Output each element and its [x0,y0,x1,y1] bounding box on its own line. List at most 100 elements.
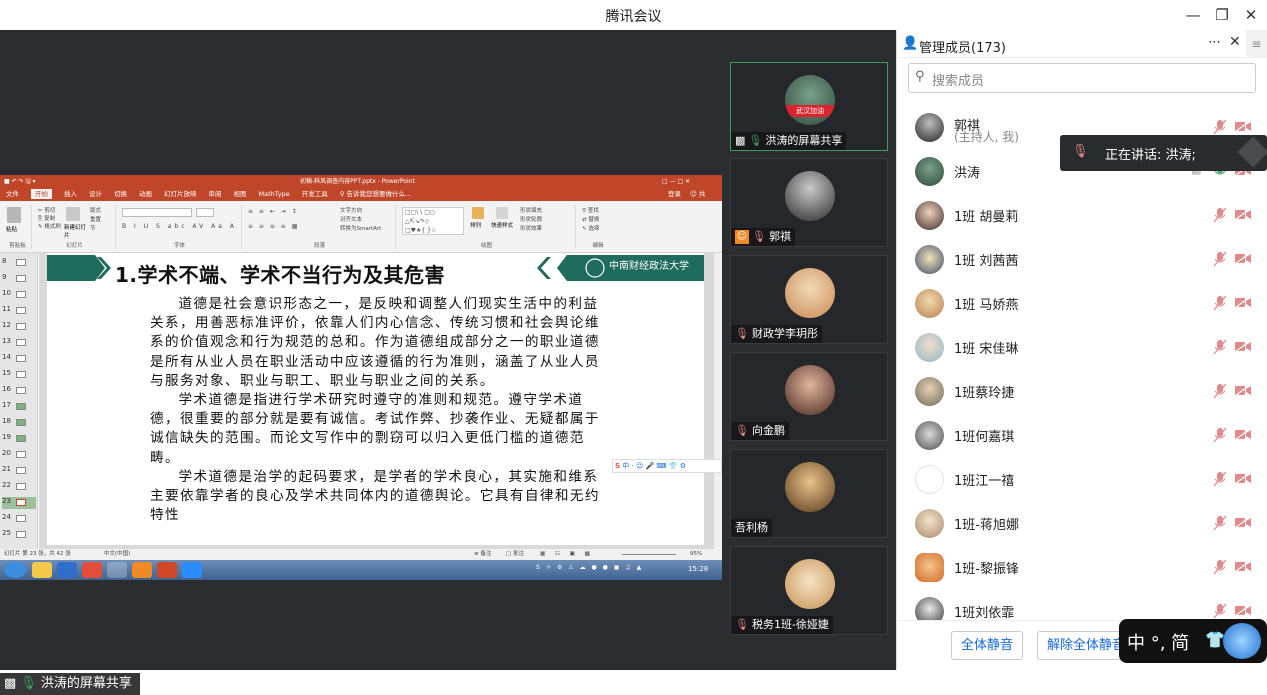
select-option[interactable]: 选择 [588,226,599,232]
sogou-ime-bar[interactable]: S 中 · ☺ 🎤 ⌨ 👕 ⚙ [612,459,722,473]
video-tile[interactable]: 吾利杨 [730,449,888,538]
thumbnail-selected[interactable]: 23 [2,497,36,509]
close-icon[interactable]: ✕ [1240,4,1262,26]
camera-off-icon[interactable] [1235,252,1251,264]
thumbnail[interactable]: 8 [2,257,36,269]
search-input[interactable]: ⚲ 搜索成员 [908,63,1256,93]
ppt-tab[interactable]: 动画 [139,190,152,198]
member-row[interactable]: 1班-黎振锋 [897,545,1267,589]
mic-muted-icon[interactable] [1213,515,1227,531]
ppt-tab[interactable]: 文件 [6,190,19,198]
member-row[interactable]: 1班 刘茜茜 [897,237,1267,281]
replace-option[interactable]: 替换 [588,217,599,223]
align-buttons[interactable]: ≡ ≡ ≡ ≡ ▦ [248,223,299,230]
system-tray[interactable]: S ☼ ⚙ ⚠ ☁ ● ● ▣ ♫ ▲ [536,564,643,571]
shape-effects-option[interactable]: 形状效果 [520,226,542,232]
ime-assistant-icon[interactable] [1223,623,1261,659]
mic-muted-icon[interactable] [1213,603,1227,619]
quick-styles-icon[interactable] [496,207,508,219]
ppt-tab[interactable]: 设计 [89,190,102,198]
member-row[interactable]: 1班刘依霏 [897,589,1267,620]
app-icon[interactable] [132,562,152,578]
align-text-option[interactable]: 对齐文本 [340,217,362,223]
thumbnail[interactable]: 11 [2,305,36,317]
thumbnail[interactable]: 13 [2,337,36,349]
explorer-icon[interactable] [32,562,52,578]
thumbnail[interactable]: 19 [2,433,36,445]
ppt-tab[interactable]: 审阅 [209,190,222,198]
camera-off-icon[interactable] [1235,340,1251,352]
mic-muted-icon[interactable] [1213,339,1227,355]
app-icon[interactable] [107,562,127,578]
ppt-tab-active[interactable]: 开始 [31,189,52,199]
view-buttons[interactable]: ▦ ☷ ▣ ▩ [540,549,594,560]
smartart-option[interactable]: 转换为SmartArt [340,226,381,232]
mic-muted-icon[interactable] [1213,427,1227,443]
thumbnail[interactable]: 15 [2,369,36,381]
video-tile[interactable]: 🎙 向金鹏 [730,352,888,441]
video-tile[interactable]: ☺ 🎙 郭祺 [730,158,888,247]
camera-off-icon[interactable] [1235,296,1251,308]
thumbnail[interactable]: 14 [2,353,36,365]
start-icon[interactable] [4,562,26,578]
camera-off-icon[interactable] [1235,428,1251,440]
arrange-icon[interactable] [472,207,484,219]
font-name-box[interactable] [122,208,192,217]
powerpoint-icon[interactable] [157,562,177,578]
layout-option[interactable]: 版式 [90,208,101,214]
mic-muted-icon[interactable] [1213,251,1227,267]
member-row[interactable]: 1班江一禧 [897,457,1267,501]
ppt-tab[interactable]: 插入 [64,190,77,198]
video-tile[interactable]: 🎙 财政学李玥彤 [730,255,888,344]
mute-all-button[interactable]: 全体静音 [951,631,1023,660]
shape-fill-option[interactable]: 形状填充 [520,208,542,214]
ppt-tab[interactable]: 视图 [234,190,247,198]
comments-button[interactable]: □ 批注 [506,549,524,560]
font-size-box[interactable] [196,208,214,217]
camera-off-icon[interactable] [1235,516,1251,528]
mic-muted-icon[interactable] [1213,471,1227,487]
slide-scrollbar[interactable] [714,253,722,549]
thumbnail[interactable]: 17 [2,401,36,413]
ppt-tab[interactable]: 幻灯片放映 [164,190,197,198]
camera-off-icon[interactable] [1235,120,1251,132]
member-row[interactable]: 1班-蒋旭娜 [897,501,1267,545]
thumbnail[interactable]: 20 [2,449,36,461]
video-tile[interactable]: 🎙 税务1班-徐娅婕 [730,546,888,635]
section-option[interactable]: 节 [90,226,96,232]
member-row[interactable]: 1班何嘉琪 [897,413,1267,457]
paste-icon[interactable] [7,207,21,223]
thumbnail[interactable]: 22 [2,481,36,493]
ppt-login[interactable]: 登录 [668,188,681,201]
ppt-tab[interactable]: MathType [259,190,290,198]
video-tile[interactable]: 武汉加油 ▩ 🎙 洪涛的屏幕共享 [730,62,888,151]
meeting-icon[interactable] [182,562,202,578]
ppt-tab[interactable]: 开发工具 [302,190,328,198]
thumbnail[interactable]: 25 [2,529,36,541]
camera-off-icon[interactable] [1235,208,1251,220]
camera-off-icon[interactable] [1235,604,1251,616]
ppt-tab[interactable]: 切换 [114,190,127,198]
thumbnail[interactable]: 16 [2,385,36,397]
member-row[interactable]: 1班 宋佳琳 [897,325,1267,369]
thumbnail[interactable]: 18 [2,417,36,429]
minimize-icon[interactable]: — [1182,4,1204,26]
thumbnail[interactable]: 9 [2,273,36,285]
member-row[interactable]: 1班 胡曼莉 [897,193,1267,237]
text-direction-option[interactable]: 文字方向 [340,208,362,214]
panel-menu-icon[interactable]: ≡ [1246,30,1267,58]
list-buttons[interactable]: ≡ ≡ ⇤ ⇥ ↕ [248,208,299,215]
shapes-gallery[interactable]: □▢\ \ □○ △⇱↘↷◇ □♥★{ }☆ [402,207,464,235]
ime-floating-toolbar[interactable]: 中 °, 简 👕 [1119,619,1267,663]
font-style-buttons[interactable]: B I U S abc AV Aa A [122,223,237,230]
camera-off-icon[interactable] [1235,560,1251,572]
close-panel-icon[interactable]: ✕ [1229,34,1241,50]
tell-me-box[interactable]: ⚲ 告诉我您想要做什么... [340,190,424,198]
word-icon[interactable] [57,562,77,578]
find-option[interactable]: 查找 [588,208,599,214]
thumbnail[interactable]: 21 [2,465,36,477]
reset-option[interactable]: 重置 [90,217,101,223]
more-options-icon[interactable]: ⋯ [1208,35,1221,50]
shape-outline-option[interactable]: 形状轮廓 [520,217,542,223]
thumbnail[interactable]: 24 [2,513,36,525]
